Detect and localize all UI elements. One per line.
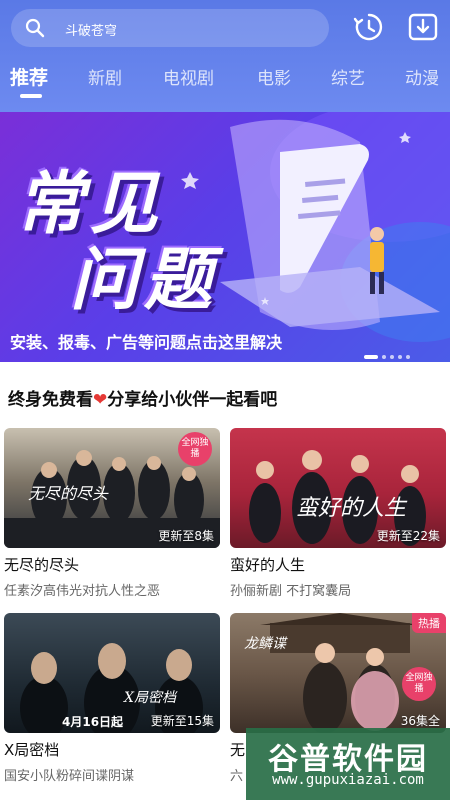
episode-count: 36集全: [400, 714, 440, 728]
promo-text-after: 分享给小伙伴一起看吧: [107, 390, 278, 410]
search-bar[interactable]: 斗破苍穹: [11, 9, 329, 47]
watermark-url: www.gupuxiazai.com: [272, 772, 424, 788]
tab-tv-series[interactable]: 电视剧: [163, 64, 214, 89]
premiere-date: 4月16日起: [62, 715, 124, 729]
poster-title: 蛮好的人生: [296, 496, 407, 521]
header: 斗破苍穹 推荐 新剧 电视剧 电影 综艺 动漫: [0, 0, 450, 112]
promo-text-before: 终身免费看: [8, 390, 93, 410]
card-title: 蛮好的人生: [230, 556, 306, 574]
search-input[interactable]: 斗破苍穹: [65, 20, 117, 39]
promo-text: 终身免费看❤分享给小伙伴一起看吧: [8, 385, 277, 410]
history-icon[interactable]: [352, 10, 386, 44]
banner-title-line2: 问题: [70, 241, 219, 320]
category-tabs: 推荐 新剧 电视剧 电影 综艺 动漫: [0, 64, 450, 100]
download-icon[interactable]: [406, 10, 440, 44]
exclusive-badge: 全网独播: [402, 667, 436, 701]
tab-new-series[interactable]: 新剧: [88, 64, 122, 89]
tab-movies[interactable]: 电影: [257, 64, 291, 89]
poster-title: X局密档: [124, 690, 176, 706]
episode-count: 更新至22集: [376, 529, 440, 543]
poster-title: 无尽的尽头: [28, 484, 109, 503]
card-title: X局密档: [4, 741, 60, 759]
tab-anime[interactable]: 动漫: [405, 64, 439, 89]
card-subtitle: 国安小队粉碎间谍阴谋: [4, 769, 135, 784]
poster-image[interactable]: X局密档 4月16日起 更新至15集: [4, 613, 220, 733]
card-title: 无尽的尽头: [4, 556, 80, 574]
tab-recommend[interactable]: 推荐: [10, 63, 48, 90]
card-subtitle: 孙俪新剧 不打窝囊局: [230, 584, 352, 599]
tab-variety[interactable]: 综艺: [331, 64, 365, 89]
faq-banner[interactable]: 常见 问题 安装、报毒、广告等问题点击这里解决: [0, 112, 450, 362]
carousel-indicator: [364, 344, 414, 362]
heart-icon: ❤: [93, 390, 108, 410]
episode-count: 更新至8集: [158, 529, 214, 543]
card-subtitle: 任素汐高伟光对抗人性之恶: [4, 584, 161, 599]
poster-image[interactable]: 龙鳞谍 热播 全网独播 36集全: [230, 613, 446, 733]
poster-title: 龙鳞谍: [244, 636, 286, 652]
poster-image[interactable]: 无尽的尽头 全网独播 更新至8集: [4, 428, 220, 548]
watermark-logo: 谷普软件园 www.gupuxiazai.com: [246, 728, 450, 800]
active-tab-indicator: [20, 94, 42, 98]
episode-count: 更新至15集: [150, 714, 214, 728]
hot-badge: 热播: [412, 613, 446, 633]
video-card[interactable]: 蛮好的人生 更新至22集 蛮好的人生 孙俪新剧 不打窝囊局: [230, 428, 446, 599]
banner-caption: 安装、报毒、广告等问题点击这里解决: [10, 333, 283, 352]
exclusive-badge: 全网独播: [178, 432, 212, 466]
poster-image[interactable]: 蛮好的人生 更新至22集: [230, 428, 446, 548]
video-card[interactable]: 无尽的尽头 全网独播 更新至8集 无尽的尽头 任素汐高伟光对抗人性之恶: [4, 428, 220, 599]
video-card[interactable]: X局密档 4月16日起 更新至15集 X局密档 国安小队粉碎间谍阴谋: [4, 613, 220, 784]
search-icon: [25, 18, 45, 38]
